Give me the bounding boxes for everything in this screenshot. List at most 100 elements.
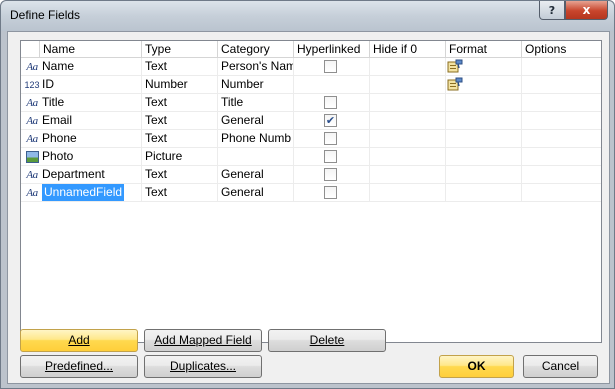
cell-type[interactable]: Text — [141, 184, 217, 202]
cell-hide-if-0[interactable] — [369, 184, 445, 202]
cell-hide-if-0[interactable] — [369, 58, 445, 76]
cell-hide-if-0[interactable] — [369, 76, 445, 94]
format-icon[interactable] — [447, 77, 463, 91]
table-row[interactable]: Aa Name Text Person's Nam — [21, 58, 601, 76]
cell-options[interactable] — [521, 58, 601, 76]
column-header-format[interactable]: Format — [445, 41, 521, 58]
cell-name[interactable]: Name — [39, 58, 141, 76]
help-button[interactable]: ? — [539, 1, 565, 20]
duplicates-button[interactable]: Duplicates... — [144, 355, 262, 378]
column-header-name[interactable]: Name — [39, 41, 141, 58]
cell-name[interactable]: Title — [39, 94, 141, 112]
cell-name[interactable]: UnnamedField — [39, 184, 141, 202]
dialog-title: Define Fields — [10, 8, 81, 22]
cell-category[interactable]: General — [217, 184, 293, 202]
cell-type[interactable]: Text — [141, 112, 217, 130]
cell-format — [445, 76, 521, 94]
title-bar[interactable]: Define Fields ? x — [1, 1, 614, 31]
table-row[interactable]: Aa Department Text General — [21, 166, 601, 184]
icon-glyph: 123 — [24, 80, 40, 90]
cell-format — [445, 94, 521, 112]
picture-glyph — [25, 151, 39, 163]
column-header-hyperlinked[interactable]: Hyperlinked — [293, 41, 369, 58]
cell-hyperlinked — [293, 148, 369, 166]
field-name: Title — [42, 95, 65, 109]
hyperlinked-checkbox[interactable] — [324, 96, 337, 109]
cell-category[interactable]: Phone Numb — [217, 130, 293, 148]
column-header-options[interactable]: Options — [521, 41, 601, 58]
cell-format — [445, 184, 521, 202]
cancel-button[interactable]: Cancel — [523, 355, 598, 378]
field-name: Email — [42, 113, 73, 127]
table-row[interactable]: Aa Phone Text Phone Numb — [21, 130, 601, 148]
cell-hyperlinked — [293, 166, 369, 184]
cell-options[interactable] — [521, 112, 601, 130]
cell-type[interactable]: Text — [141, 58, 217, 76]
hyperlinked-checkbox[interactable] — [324, 132, 337, 145]
field-name: Department — [42, 167, 105, 181]
cell-name[interactable]: ID — [39, 76, 141, 94]
hyperlinked-checkbox[interactable] — [324, 60, 337, 73]
table-row[interactable]: 123 ID Number Number — [21, 76, 601, 94]
cell-options[interactable] — [521, 184, 601, 202]
cell-hide-if-0[interactable] — [369, 130, 445, 148]
cell-format — [445, 166, 521, 184]
hyperlinked-checkbox[interactable] — [324, 168, 337, 181]
column-header-type[interactable]: Type — [141, 41, 217, 58]
cell-options[interactable] — [521, 166, 601, 184]
ok-button[interactable]: OK — [439, 355, 514, 378]
table-row[interactable]: Aa Email Text General ✔ — [21, 112, 601, 130]
field-name: Phone — [42, 131, 77, 145]
cell-options[interactable] — [521, 94, 601, 112]
table-row[interactable]: Photo Picture — [21, 148, 601, 166]
predefined-button[interactable]: Predefined... — [20, 355, 138, 378]
cell-hide-if-0[interactable] — [369, 148, 445, 166]
cell-name[interactable]: Phone — [39, 130, 141, 148]
cell-options[interactable] — [521, 130, 601, 148]
cell-category[interactable]: Title — [217, 94, 293, 112]
icon-glyph: Aa — [26, 115, 38, 127]
add-button[interactable]: Add — [20, 329, 138, 352]
cell-hide-if-0[interactable] — [369, 112, 445, 130]
format-icon[interactable] — [447, 59, 463, 73]
close-button[interactable]: x — [565, 1, 608, 20]
table-row[interactable]: Aa UnnamedField Text General — [21, 184, 601, 202]
cell-hyperlinked: ✔ — [293, 112, 369, 130]
cell-category[interactable]: General — [217, 166, 293, 184]
delete-button[interactable]: Delete — [268, 329, 386, 352]
cell-type[interactable]: Picture — [141, 148, 217, 166]
cell-options[interactable] — [521, 76, 601, 94]
help-icon: ? — [548, 3, 556, 17]
close-icon: x — [582, 3, 591, 17]
dialog-body: Name Type Category Hyperlinked Hide if 0… — [7, 31, 610, 384]
cell-options[interactable] — [521, 148, 601, 166]
cell-hyperlinked — [293, 76, 369, 94]
field-name: UnnamedField — [42, 184, 125, 201]
cell-name[interactable]: Email — [39, 112, 141, 130]
cell-category[interactable]: Number — [217, 76, 293, 94]
cell-type[interactable]: Number — [141, 76, 217, 94]
cell-category[interactable] — [217, 148, 293, 166]
grid-header: Name Type Category Hyperlinked Hide if 0… — [21, 41, 601, 58]
hyperlinked-checkbox[interactable] — [324, 150, 337, 163]
cell-name[interactable]: Department — [39, 166, 141, 184]
cell-name[interactable]: Photo — [39, 148, 141, 166]
cell-type[interactable]: Text — [141, 94, 217, 112]
fields-grid[interactable]: Name Type Category Hyperlinked Hide if 0… — [20, 40, 602, 343]
add-mapped-field-button[interactable]: Add Mapped Field — [144, 329, 262, 352]
cell-format — [445, 148, 521, 166]
cell-hide-if-0[interactable] — [369, 166, 445, 184]
cell-category[interactable]: Person's Nam — [217, 58, 293, 76]
cell-category[interactable]: General — [217, 112, 293, 130]
table-row[interactable]: Aa Title Text Title — [21, 94, 601, 112]
hyperlinked-checkbox-checked[interactable]: ✔ — [324, 114, 337, 127]
cell-format — [445, 112, 521, 130]
cell-hide-if-0[interactable] — [369, 94, 445, 112]
hyperlinked-checkbox[interactable] — [324, 186, 337, 199]
field-name: Photo — [42, 149, 74, 163]
column-header-category[interactable]: Category — [217, 41, 293, 58]
cell-type[interactable]: Text — [141, 130, 217, 148]
icon-glyph: Aa — [26, 97, 38, 109]
cell-type[interactable]: Text — [141, 166, 217, 184]
column-header-hide-if-0[interactable]: Hide if 0 — [369, 41, 445, 58]
